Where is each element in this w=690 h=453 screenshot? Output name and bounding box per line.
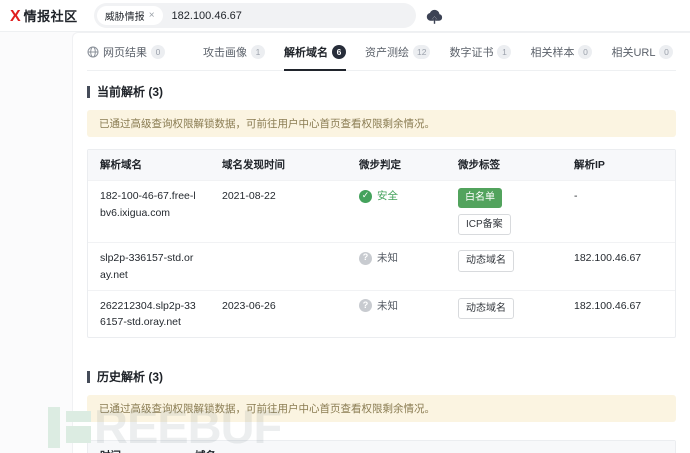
tab-label: 资产测绘	[365, 44, 409, 60]
tag-close-icon[interactable]: ×	[149, 10, 155, 21]
dynamic-domain-tag[interactable]: 动态域名	[458, 250, 514, 272]
logo-title: 情报社区	[24, 6, 78, 25]
cell-found-time	[210, 243, 347, 257]
col-domains: 域名	[183, 441, 675, 453]
cell-verdict: ✓ 安全	[347, 181, 446, 211]
verdict-text: 未知	[377, 250, 398, 266]
tab-count-badge: 0	[151, 45, 165, 59]
search-input[interactable]: 威胁情报 × 182.100.46.67	[94, 3, 416, 28]
tab-label: 攻击画像	[203, 44, 247, 60]
unknown-question-icon: ?	[359, 299, 372, 312]
tab-count-badge: 6	[332, 45, 346, 59]
top-header: X 情报社区 威胁情报 × 182.100.46.67	[0, 0, 690, 32]
cell-verdict: ? 未知	[347, 243, 446, 273]
cell-tags: 动态域名	[446, 291, 562, 327]
history-resolution-title: 历史解析 (3)	[87, 368, 676, 385]
dynamic-domain-tag[interactable]: 动态域名	[458, 298, 514, 320]
table-header-row: 时间 域名	[88, 441, 675, 453]
cell-found-time: 2023-06-26	[210, 291, 347, 321]
tab-count-badge: 0	[659, 45, 673, 59]
col-found-time: 域名发现时间	[210, 150, 347, 180]
cell-domain[interactable]: 182-100-46-67.free-lbv6.ixigua.com	[88, 181, 210, 228]
col-time: 时间	[88, 441, 183, 453]
title-bar-decoration	[87, 371, 90, 383]
tab-asset-mapping[interactable]: 资产测绘 12	[365, 33, 430, 70]
tab-related-url[interactable]: 相关URL 0	[611, 33, 673, 70]
cell-ip: 182.100.46.67	[562, 243, 675, 273]
history-resolution-table: 时间 域名 2023-06-26 182-100-46-67.free-lbv6…	[87, 440, 676, 453]
tab-count-badge: 12	[413, 45, 430, 59]
title-bar-decoration	[87, 86, 90, 98]
col-tags: 微步标签	[446, 150, 562, 180]
tab-count-badge: 1	[497, 45, 511, 59]
unknown-question-icon: ?	[359, 252, 372, 265]
table-row: 262212304.slp2p-336157-std.oray.net 2023…	[88, 290, 675, 338]
col-ip: 解析IP	[562, 150, 675, 180]
current-resolution-title: 当前解析 (3)	[87, 83, 676, 100]
col-domain: 解析域名	[88, 150, 210, 180]
tab-related-samples[interactable]: 相关样本 0	[530, 33, 592, 70]
tab-label: 解析域名	[284, 44, 328, 60]
main-card: 网页结果 0 攻击画像 1 解析域名 6 资产测绘 12 数字证书 1 相关样本…	[72, 32, 690, 453]
tab-count-badge: 0	[578, 45, 592, 59]
tab-label: 数字证书	[449, 44, 493, 60]
cloud-upload-button[interactable]	[425, 8, 444, 24]
cell-tags: 动态域名	[446, 243, 562, 279]
permission-notice-banner: 已通过高级查询权限解锁数据，可前往用户中心首页查看权限剩余情况。	[87, 110, 676, 137]
tab-label: 相关样本	[530, 44, 574, 60]
globe-icon	[87, 46, 99, 58]
cell-ip: 182.100.46.67	[562, 291, 675, 321]
cloud-upload-icon	[425, 8, 444, 24]
tab-certificates[interactable]: 数字证书 1	[449, 33, 511, 70]
search-query-text: 182.100.46.67	[172, 10, 242, 22]
tab-count-badge: 1	[251, 45, 265, 59]
whitelist-tag[interactable]: 白名单	[458, 188, 502, 208]
cell-found-time: 2021-08-22	[210, 181, 347, 211]
search-tag-label: 威胁情报	[105, 8, 145, 23]
verdict-text: 未知	[377, 298, 398, 314]
table-row: 182-100-46-67.free-lbv6.ixigua.com 2021-…	[88, 180, 675, 242]
safe-check-icon: ✓	[359, 190, 372, 203]
cell-domain[interactable]: slp2p-336157-std.oray.net	[88, 243, 210, 290]
col-verdict: 微步判定	[347, 150, 446, 180]
table-row: slp2p-336157-std.oray.net ? 未知 动态域名 182.…	[88, 242, 675, 290]
tab-web-results[interactable]: 网页结果 0	[87, 33, 165, 70]
search-filter-tag[interactable]: 威胁情报 ×	[97, 6, 163, 25]
section-title-text: 历史解析 (3)	[97, 368, 163, 385]
verdict-text: 安全	[377, 188, 398, 204]
permission-notice-banner: 已通过高级查询权限解锁数据，可前往用户中心首页查看权限剩余情况。	[87, 395, 676, 422]
cell-ip: -	[562, 181, 675, 211]
table-header-row: 解析域名 域名发现时间 微步判定 微步标签 解析IP	[88, 150, 675, 180]
tab-resolved-domains[interactable]: 解析域名 6	[284, 33, 346, 70]
tab-label: 相关URL	[611, 44, 655, 60]
icp-tag[interactable]: ICP备案	[458, 214, 511, 236]
cell-verdict: ? 未知	[347, 291, 446, 321]
current-resolution-table: 解析域名 域名发现时间 微步判定 微步标签 解析IP 182-100-46-67…	[87, 149, 676, 338]
tab-label: 网页结果	[103, 44, 147, 60]
result-tabs: 网页结果 0 攻击画像 1 解析域名 6 资产测绘 12 数字证书 1 相关样本…	[87, 33, 676, 71]
cell-tags: 白名单 ICP备案	[446, 181, 562, 242]
cell-domain[interactable]: 262212304.slp2p-336157-std.oray.net	[88, 291, 210, 338]
site-logo[interactable]: X 情报社区	[10, 6, 78, 25]
section-title-text: 当前解析 (3)	[97, 83, 163, 100]
logo-x-icon: X	[10, 9, 21, 25]
tab-attack-profile[interactable]: 攻击画像 1	[203, 33, 265, 70]
